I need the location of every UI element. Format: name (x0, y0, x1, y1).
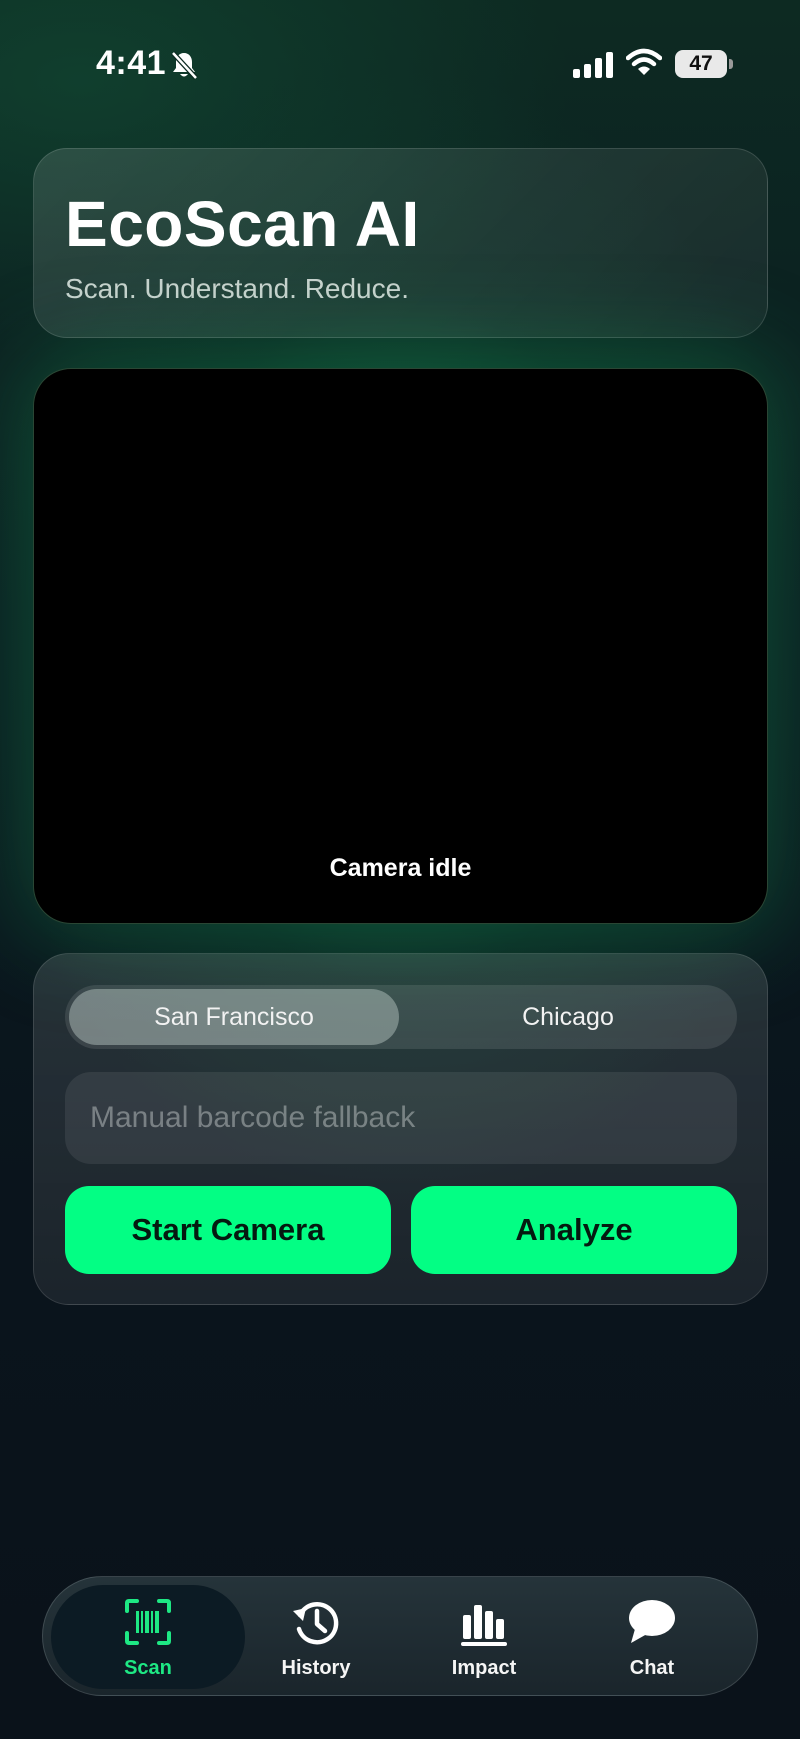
tab-label: Chat (629, 1657, 675, 1679)
wifi-icon (626, 48, 662, 75)
battery-level: 47 (689, 52, 713, 75)
app-tagline: Scan. Understand. Reduce. (65, 273, 409, 304)
barcode-scan-icon (125, 1599, 171, 1645)
analyze-button[interactable]: Analyze (411, 1186, 737, 1274)
tab-impact[interactable]: Impact (387, 1585, 581, 1689)
location-segmented-control: San Francisco Chicago (65, 985, 737, 1049)
start-camera-button[interactable]: Start Camera (65, 1186, 391, 1274)
tab-label: Scan (124, 1657, 172, 1679)
segment-san-francisco[interactable]: San Francisco (69, 989, 399, 1045)
barcode-input[interactable] (65, 1072, 737, 1164)
tab-label: History (281, 1657, 351, 1679)
chat-bubble-icon (629, 1600, 675, 1643)
app-title: EcoScan AI (65, 188, 420, 260)
header-card: EcoScan AI Scan. Understand. Reduce. (33, 148, 768, 338)
cellular-signal-icon (573, 52, 613, 78)
status-time: 4:41 (96, 44, 167, 82)
history-icon (293, 1602, 339, 1645)
segment-chicago[interactable]: Chicago (403, 989, 733, 1045)
camera-preview[interactable]: Camera idle (33, 368, 768, 924)
controls-card: San Francisco Chicago Start Camera Analy… (33, 953, 768, 1305)
battery-icon: 47 (675, 50, 733, 78)
status-bar: 4:41 47 (0, 0, 800, 130)
tab-chat[interactable]: Chat (555, 1585, 749, 1689)
tab-label: Impact (451, 1657, 517, 1679)
tab-bar: Scan History Impact Chat (42, 1576, 758, 1696)
bell-muted-icon (171, 51, 198, 80)
tab-history[interactable]: History (219, 1585, 413, 1689)
bar-chart-icon (461, 1605, 507, 1646)
camera-status: Camera idle (329, 854, 472, 882)
tab-scan[interactable]: Scan (51, 1585, 245, 1689)
